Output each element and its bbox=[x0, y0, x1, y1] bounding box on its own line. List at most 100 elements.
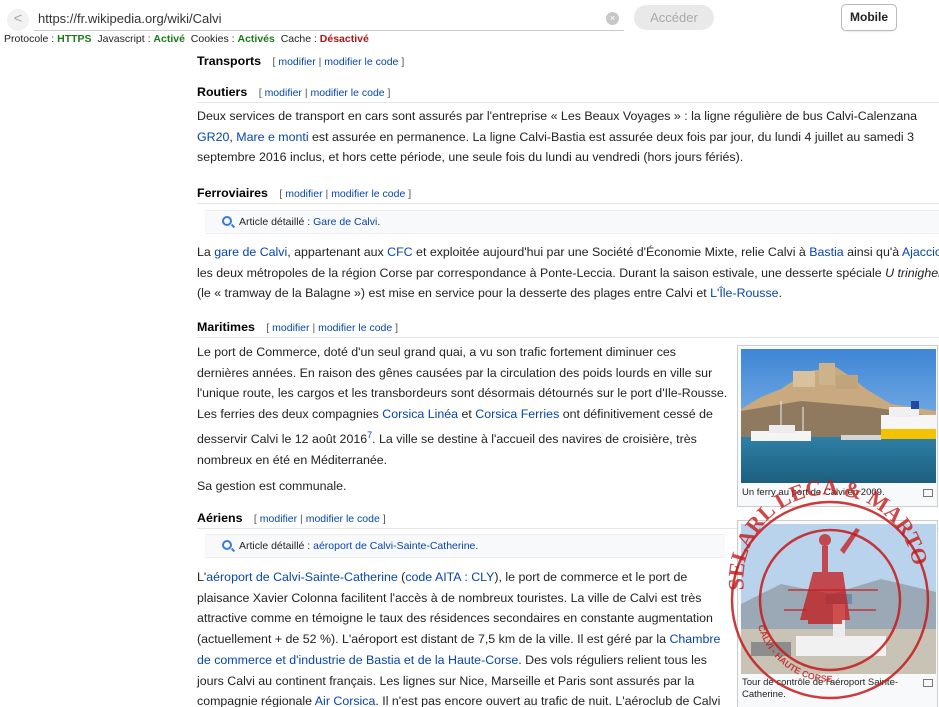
edit-link[interactable]: modifier bbox=[272, 322, 309, 334]
edit-source-link[interactable]: modifier le code bbox=[311, 87, 385, 99]
text-line: les deux métropoles de la région Corse p… bbox=[197, 263, 939, 284]
url-input[interactable]: https://fr.wikipedia.org/wiki/Calvi × bbox=[34, 7, 624, 31]
edit-link[interactable]: modifier bbox=[260, 513, 297, 525]
detail-article-box: Article détaillé : aéroport de Calvi-Sai… bbox=[205, 534, 725, 558]
thumbnail-control-tower[interactable]: Tour de contrôle de l'aéroport Sainte- C… bbox=[737, 520, 938, 707]
link-bastia[interactable]: Bastia bbox=[809, 245, 843, 259]
text-line: compagnie régionale Air Corsica. Il n'es… bbox=[197, 691, 727, 707]
edit-sep: | bbox=[300, 513, 303, 525]
text: et exploitée aujourd'hui par une Société… bbox=[412, 245, 810, 259]
edit-links: [ modifier | modifier le code ] bbox=[259, 87, 391, 99]
heading-routiers: Routiers [ modifier | modifier le code ] bbox=[197, 85, 390, 99]
text: (actuellement + de 52 %). L'aéroport est… bbox=[197, 632, 670, 647]
edit-sep: | bbox=[312, 322, 316, 334]
heading-aeriens: Aériens [ modifier | modifier le code ] bbox=[197, 511, 386, 525]
thumbnail-ferry[interactable]: Un ferry au port de Calvi en 2009. bbox=[737, 345, 938, 507]
heading-text: Aériens bbox=[197, 511, 243, 525]
cookies-label: Cookies : bbox=[190, 33, 235, 45]
text: les deux métropoles de la région Corse p… bbox=[197, 265, 886, 280]
link-chambre[interactable]: Chambre bbox=[669, 632, 720, 646]
edit-source-link[interactable]: modifier le code bbox=[306, 513, 380, 525]
text: . bbox=[475, 540, 479, 552]
cache-value: Désactivé bbox=[319, 33, 369, 45]
text: , appartenant aux bbox=[287, 245, 388, 259]
link-gr20[interactable]: GR20 bbox=[197, 130, 229, 144]
text: (le « tramway de la Balagne ») est mise … bbox=[197, 286, 711, 301]
link-mare-e-monti[interactable]: Mare e monti bbox=[236, 130, 308, 144]
heading-ferroviaires: Ferroviaires [ modifier | modifier le co… bbox=[197, 186, 411, 200]
edit-bracket: [ bbox=[253, 513, 257, 525]
link-aeroport[interactable]: aéroport de Calvi-Sainte-Catherine bbox=[313, 540, 475, 552]
text: . Des vols réguliers relient tous les bbox=[518, 652, 707, 667]
back-button[interactable]: < bbox=[7, 9, 29, 31]
heading-maritimes: Maritimes [ modifier | modifier le code … bbox=[197, 320, 398, 334]
text: . La ville se destine à l'accueil des na… bbox=[372, 431, 697, 446]
control-tower-image bbox=[741, 524, 936, 674]
javascript-value: Activé bbox=[153, 33, 185, 45]
link-code-aita[interactable]: code AITA : CLY bbox=[405, 570, 494, 584]
link-cci[interactable]: de commerce et d'industrie de Bastia et … bbox=[197, 653, 518, 667]
link-air-corsica[interactable]: Air Corsica bbox=[315, 694, 376, 707]
link-gare[interactable]: gare de Calvi bbox=[214, 245, 287, 259]
text-line: dernières années. En raison des gênes ca… bbox=[197, 365, 713, 380]
edit-sep: | bbox=[304, 87, 308, 99]
edit-bracket: [ bbox=[272, 56, 276, 68]
heading-text: Maritimes bbox=[197, 320, 255, 334]
text: . bbox=[778, 286, 783, 301]
magnifier-icon bbox=[222, 216, 232, 226]
edit-bracket: [ bbox=[266, 322, 270, 334]
text-line: Le port de Commerce, doté d'un seul gran… bbox=[197, 345, 676, 359]
link-ajaccio[interactable]: Ajaccio bbox=[902, 245, 939, 259]
text: La bbox=[197, 245, 215, 259]
caption-line: Tour de contrôle de l'aéroport Sainte- bbox=[742, 677, 899, 688]
cache-label: Cache : bbox=[280, 33, 317, 45]
go-button[interactable]: Accéder bbox=[634, 5, 714, 30]
edit-link[interactable]: modifier bbox=[285, 188, 322, 200]
cookies-value: Activés bbox=[237, 33, 275, 45]
heading-text: Routiers bbox=[197, 85, 248, 99]
text: . Il n'est pas encore ouvert au trafic d… bbox=[375, 694, 721, 707]
edit-sep: | bbox=[325, 188, 329, 200]
edit-bracket: ] bbox=[387, 87, 391, 99]
heading-text: Ferroviaires bbox=[197, 186, 268, 200]
text-line: La gare de Calvi, appartenant aux CFC et… bbox=[197, 242, 939, 263]
divider bbox=[197, 102, 939, 103]
link-ile-rousse[interactable]: L'Île-Rousse bbox=[710, 286, 778, 300]
text-line: Deux services de transport en cars sont … bbox=[197, 109, 918, 123]
text: desservir Calvi le 12 août 2016 bbox=[197, 431, 368, 446]
link-gare-de-calvi[interactable]: Gare de Calvi bbox=[313, 216, 377, 228]
link-corsica-ferries[interactable]: Corsica Ferries bbox=[475, 407, 559, 421]
text: ainsi qu'à bbox=[843, 245, 902, 259]
text: L' bbox=[197, 570, 207, 584]
detail-text: Article détaillé : aéroport de Calvi-Sai… bbox=[239, 535, 478, 557]
paragraph-routiers: Deux services de transport en cars sont … bbox=[197, 106, 917, 168]
edit-link[interactable]: modifier bbox=[278, 56, 315, 68]
link-cfc[interactable]: CFC bbox=[387, 245, 412, 259]
detail-article-box: Article détaillé : Gare de Calvi. bbox=[205, 210, 939, 234]
enlarge-icon[interactable] bbox=[923, 679, 933, 687]
edit-link[interactable]: modifier bbox=[265, 87, 302, 99]
enlarge-icon[interactable] bbox=[923, 489, 933, 497]
text: compagnie régionale bbox=[197, 694, 315, 707]
back-icon: < bbox=[13, 10, 23, 27]
text: . bbox=[377, 216, 381, 228]
edit-source-link[interactable]: modifier le code bbox=[331, 188, 405, 200]
edit-links: [ modifier | modifier le code ] bbox=[279, 188, 411, 200]
text-line: Les ferries des deux compagnies Corsica … bbox=[197, 404, 727, 425]
clear-url-icon[interactable]: × bbox=[606, 12, 619, 25]
edit-source-link[interactable]: modifier le code bbox=[324, 56, 398, 68]
paragraph-maritimes: Le port de Commerce, doté d'un seul gran… bbox=[197, 342, 727, 497]
edit-source-link[interactable]: modifier le code bbox=[318, 322, 392, 334]
detail-text: Article détaillé : Gare de Calvi. bbox=[239, 211, 380, 233]
divider bbox=[197, 337, 939, 338]
browser-toolbar: < https://fr.wikipedia.org/wiki/Calvi × … bbox=[0, 0, 939, 34]
protocol-label: Protocole : bbox=[4, 33, 55, 45]
mobile-button[interactable]: Mobile bbox=[841, 4, 897, 31]
link-aeroport-calvi[interactable]: aéroport de Calvi-Sainte-Catherine bbox=[206, 570, 397, 584]
edit-bracket: ] bbox=[395, 322, 399, 334]
italic-text: U trinighellu bbox=[885, 265, 939, 280]
link-corsica-linea[interactable]: Corsica Linéa bbox=[382, 407, 458, 421]
text-line: septembre 2016 inclus, et hors cette pér… bbox=[197, 150, 744, 165]
heading-text: Transports bbox=[197, 54, 262, 68]
text-line: Sa gestion est communale. bbox=[197, 479, 347, 494]
